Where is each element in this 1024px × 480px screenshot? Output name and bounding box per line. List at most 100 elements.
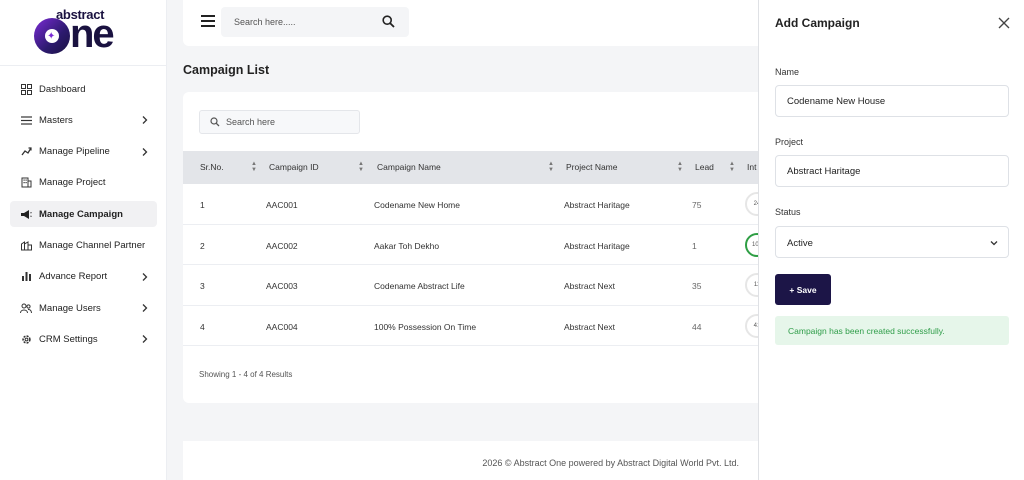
sort-icon[interactable]: ▲ ▼ bbox=[729, 161, 735, 173]
gear-icon bbox=[20, 333, 32, 345]
partner-icon bbox=[20, 239, 32, 251]
cell-campaign-name: 100% Possession On Time bbox=[374, 321, 477, 332]
cell-campaign-id: AAC002 bbox=[266, 240, 298, 251]
global-search-placeholder: Search here..... bbox=[234, 17, 296, 27]
brand-logo[interactable]: abstract ✦ ne bbox=[0, 0, 166, 66]
name-label: Name bbox=[775, 67, 800, 77]
table-row[interactable]: 3 AAC003 Codename Abstract Life Abstract Ne… bbox=[183, 265, 783, 306]
cell-campaign-id: AAC001 bbox=[266, 200, 298, 210]
sidebar-item-manage-project[interactable]: Manage Project bbox=[10, 170, 157, 196]
building-icon bbox=[20, 177, 32, 189]
chevron-right-icon[interactable] bbox=[139, 114, 151, 126]
cell-lead: 44 bbox=[692, 321, 702, 332]
sidebar-item-manage-campaign[interactable]: Manage Campaign bbox=[10, 201, 157, 228]
sidebar-item-advance-report[interactable]: Advance Report bbox=[10, 264, 157, 290]
chevron-right-icon[interactable] bbox=[139, 302, 151, 314]
sidebar-item-masters[interactable]: Masters bbox=[10, 107, 157, 133]
sidebar: abstract ✦ ne Dashboard Masters Manage Pip… bbox=[0, 0, 167, 480]
table-search-input[interactable]: Search here bbox=[199, 110, 360, 134]
page-title: Campaign List bbox=[183, 63, 270, 77]
megaphone-icon bbox=[20, 208, 32, 220]
chevron-right-icon[interactable] bbox=[139, 271, 151, 283]
sidebar-item-label: Masters bbox=[39, 114, 73, 126]
cell-project-name: Abstract Haritage bbox=[564, 200, 630, 210]
campaign-table-card: Search here Sr.No. ▲ ▼ Campaign ID ▲ ▼ Cam… bbox=[183, 92, 783, 403]
search-icon[interactable] bbox=[382, 15, 395, 28]
table-row[interactable]: 2 AAC002 Aakar Toh Dekho Abstract Haritage 1… bbox=[183, 225, 783, 265]
dashboard-icon bbox=[20, 83, 32, 95]
sidebar-item-label: CRM Settings bbox=[39, 333, 98, 345]
cell-lead: 75 bbox=[692, 200, 702, 210]
column-header-int[interactable]: Int bbox=[747, 162, 756, 172]
success-alert: Campaign has been created successfully. bbox=[775, 316, 1009, 345]
topbar: Search here..... bbox=[183, 0, 783, 46]
chevron-right-icon[interactable] bbox=[139, 333, 151, 345]
save-button[interactable]: + Save bbox=[775, 274, 831, 305]
cell-srno: 2 bbox=[200, 240, 205, 251]
cell-campaign-name: Codename Abstract Life bbox=[374, 281, 465, 291]
drawer-title: Add Campaign bbox=[775, 16, 860, 30]
column-header-project-name[interactable]: Project Name bbox=[566, 162, 618, 172]
column-header-lead[interactable]: Lead bbox=[695, 162, 714, 172]
cell-srno: 3 bbox=[200, 281, 205, 291]
sidebar-item-manage-channel-partner[interactable]: Manage Channel Partner bbox=[10, 232, 157, 258]
cell-project-name: Abstract Next bbox=[564, 321, 616, 332]
column-header-campaign-id[interactable]: Campaign ID bbox=[269, 162, 319, 172]
footer-text: 2026 © Abstract One powered by Abstract … bbox=[482, 458, 739, 468]
sidebar-item-label: Advance Report bbox=[39, 271, 108, 283]
menu-icon[interactable] bbox=[201, 15, 215, 27]
cell-srno: 4 bbox=[200, 321, 205, 332]
brand-logo-bottom: ne bbox=[70, 12, 115, 56]
table-row[interactable]: 1 AAC001 Codename New Home Abstract Haritag… bbox=[183, 184, 783, 225]
cell-project-name: Abstract Haritage bbox=[564, 240, 630, 251]
cell-campaign-name: Aakar Toh Dekho bbox=[374, 240, 440, 251]
sidebar-item-label: Manage Channel Partner bbox=[39, 239, 146, 251]
name-field[interactable] bbox=[775, 85, 1009, 117]
sidebar-item-label: Dashboard bbox=[39, 83, 86, 95]
sort-icon[interactable]: ▲ ▼ bbox=[677, 161, 683, 173]
users-icon bbox=[20, 302, 32, 314]
cell-project-name: Abstract Next bbox=[564, 281, 616, 291]
cell-campaign-id: AAC003 bbox=[266, 281, 298, 291]
sidebar-item-manage-pipeline[interactable]: Manage Pipeline bbox=[10, 139, 157, 165]
close-icon[interactable] bbox=[998, 17, 1010, 29]
sidebar-item-label: Manage Pipeline bbox=[39, 146, 110, 158]
global-search-input[interactable]: Search here..... bbox=[221, 7, 409, 37]
sidebar-item-label: Manage Users bbox=[39, 302, 101, 314]
status-select[interactable]: Active bbox=[775, 226, 1009, 258]
cell-lead: 35 bbox=[692, 281, 702, 291]
table-search-placeholder: Search here bbox=[226, 117, 276, 127]
table-header: Sr.No. ▲ ▼ Campaign ID ▲ ▼ Campaign Name ▲… bbox=[183, 151, 783, 184]
sidebar-item-crm-settings[interactable]: CRM Settings bbox=[10, 326, 157, 352]
cell-lead: 1 bbox=[692, 240, 697, 251]
sidebar-nav: Dashboard Masters Manage Pipeline Manage Pr… bbox=[10, 76, 157, 358]
sidebar-item-label: Manage Project bbox=[39, 177, 106, 189]
footer: 2026 © Abstract One powered by Abstract … bbox=[183, 441, 783, 480]
sparkle-icon: ✦ bbox=[47, 31, 56, 42]
sidebar-item-dashboard[interactable]: Dashboard bbox=[10, 76, 157, 102]
cell-srno: 1 bbox=[200, 200, 205, 210]
search-icon bbox=[210, 117, 220, 127]
table-row[interactable]: 4 AAC004 100% Possession On Time Abstract N… bbox=[183, 306, 783, 346]
pagination-summary: Showing 1 - 4 of 4 Results bbox=[199, 370, 293, 379]
project-label: Project bbox=[775, 137, 804, 147]
list-icon bbox=[20, 114, 32, 126]
status-selected-value: Active bbox=[787, 238, 813, 249]
chevron-right-icon[interactable] bbox=[139, 146, 151, 158]
column-header-srno[interactable]: Sr.No. bbox=[200, 162, 224, 172]
chevron-down-icon bbox=[990, 241, 998, 246]
success-message: Campaign has been created successfully. bbox=[788, 326, 945, 336]
pipeline-icon bbox=[20, 146, 32, 158]
cell-campaign-id: AAC004 bbox=[266, 321, 298, 332]
sidebar-item-manage-users[interactable]: Manage Users bbox=[10, 295, 157, 321]
column-header-campaign-name[interactable]: Campaign Name bbox=[377, 162, 441, 172]
status-label: Status bbox=[775, 207, 801, 217]
add-campaign-drawer: Add Campaign Name Project Status Active … bbox=[758, 0, 1024, 480]
sidebar-item-label: Manage Campaign bbox=[39, 208, 123, 220]
cell-campaign-name: Codename New Home bbox=[374, 200, 460, 210]
project-field[interactable] bbox=[775, 155, 1009, 187]
sort-icon[interactable]: ▲ ▼ bbox=[548, 161, 554, 173]
sort-icon[interactable]: ▲ ▼ bbox=[358, 161, 364, 173]
sort-icon[interactable]: ▲ ▼ bbox=[251, 161, 257, 173]
bar-chart-icon bbox=[20, 271, 32, 283]
